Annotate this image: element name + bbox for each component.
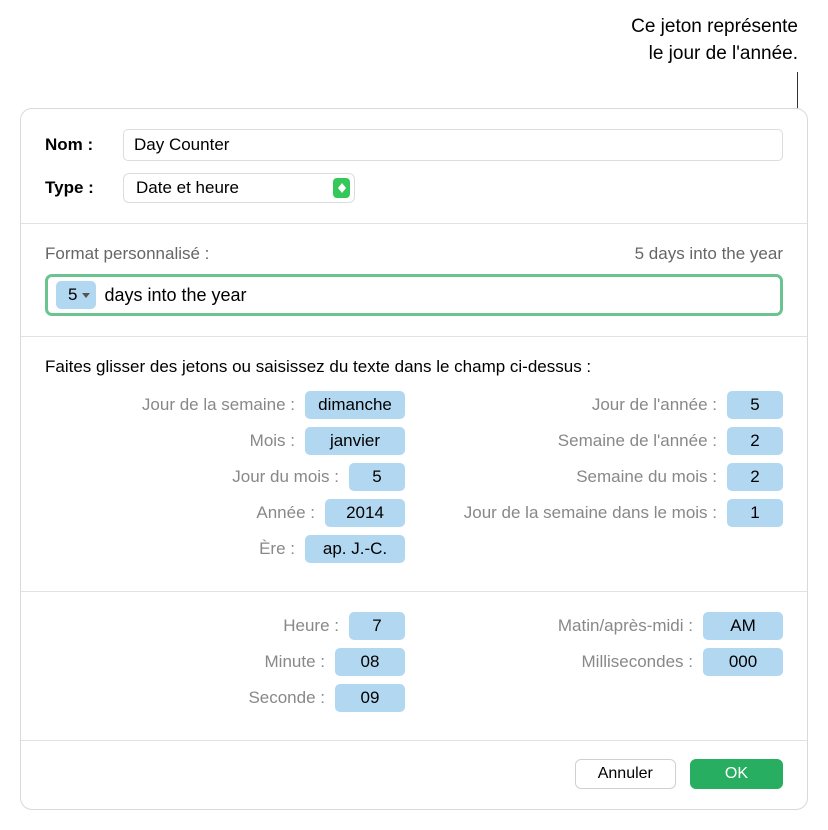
format-token-day-of-year[interactable]: 5 <box>56 281 96 309</box>
label-ere: Ère : <box>45 539 305 559</box>
cancel-button[interactable]: Annuler <box>575 759 676 789</box>
label-minute: Minute : <box>45 652 335 672</box>
label-jour-mois: Jour du mois : <box>45 467 349 487</box>
token-annee[interactable]: 2014 <box>325 499 405 527</box>
time-tokens-right-column: Matin/après-midi :AM Millisecondes :000 <box>425 612 783 720</box>
label-jour-annee: Jour de l'année : <box>425 395 727 415</box>
name-label: Nom : <box>45 135 123 155</box>
token-ere[interactable]: ap. J.-C. <box>305 535 405 563</box>
annotation-text: Ce jeton représente le jour de l'année. <box>518 14 798 67</box>
date-tokens-left-column: Jour de la semaine :dimanche Mois :janvi… <box>45 391 405 571</box>
label-heure: Heure : <box>45 616 349 636</box>
token-semaine-mois[interactable]: 2 <box>727 463 783 491</box>
token-minute[interactable]: 08 <box>335 648 405 676</box>
date-tokens-right-column: Jour de l'année :5 Semaine de l'année :2… <box>425 391 783 571</box>
format-title: Format personnalisé : <box>45 244 209 264</box>
name-row: Nom : <box>45 129 783 161</box>
updown-icon <box>333 178 350 198</box>
token-heure[interactable]: 7 <box>349 612 405 640</box>
token-jour-mois[interactable]: 5 <box>349 463 405 491</box>
name-input[interactable] <box>123 129 783 161</box>
token-semaine-annee[interactable]: 2 <box>727 427 783 455</box>
token-jour-semaine-mois[interactable]: 1 <box>727 499 783 527</box>
token-ampm[interactable]: AM <box>703 612 783 640</box>
label-jour-semaine-mois: Jour de la semaine dans le mois : <box>425 503 727 523</box>
type-row: Type : Date et heure <box>45 173 783 203</box>
token-seconde[interactable]: 09 <box>335 684 405 712</box>
token-jour-annee[interactable]: 5 <box>727 391 783 419</box>
label-semaine-mois: Semaine du mois : <box>425 467 727 487</box>
token-ms[interactable]: 000 <box>703 648 783 676</box>
label-annee: Année : <box>45 503 325 523</box>
token-mois[interactable]: janvier <box>305 427 405 455</box>
label-jour-semaine: Jour de la semaine : <box>45 395 305 415</box>
label-mois: Mois : <box>45 431 305 451</box>
token-jour-semaine[interactable]: dimanche <box>305 391 405 419</box>
chevron-down-icon <box>82 293 90 298</box>
type-select[interactable]: Date et heure <box>123 173 355 203</box>
instruction-text: Faites glisser des jetons ou saisissez d… <box>45 357 783 377</box>
label-seconde: Seconde : <box>45 688 335 708</box>
time-tokens-left-column: Heure :7 Minute :08 Seconde :09 <box>45 612 405 720</box>
format-preview: 5 days into the year <box>635 244 783 264</box>
format-field[interactable]: 5 days into the year <box>45 274 783 316</box>
format-literal-text: days into the year <box>104 285 246 306</box>
ok-button[interactable]: OK <box>690 759 783 789</box>
label-ampm: Matin/après-midi : <box>425 616 703 636</box>
type-label: Type : <box>45 178 123 198</box>
dialog-panel: Nom : Type : Date et heure Format person… <box>20 108 808 810</box>
type-value: Date et heure <box>136 178 239 198</box>
label-ms: Millisecondes : <box>425 652 703 672</box>
label-semaine-annee: Semaine de l'année : <box>425 431 727 451</box>
